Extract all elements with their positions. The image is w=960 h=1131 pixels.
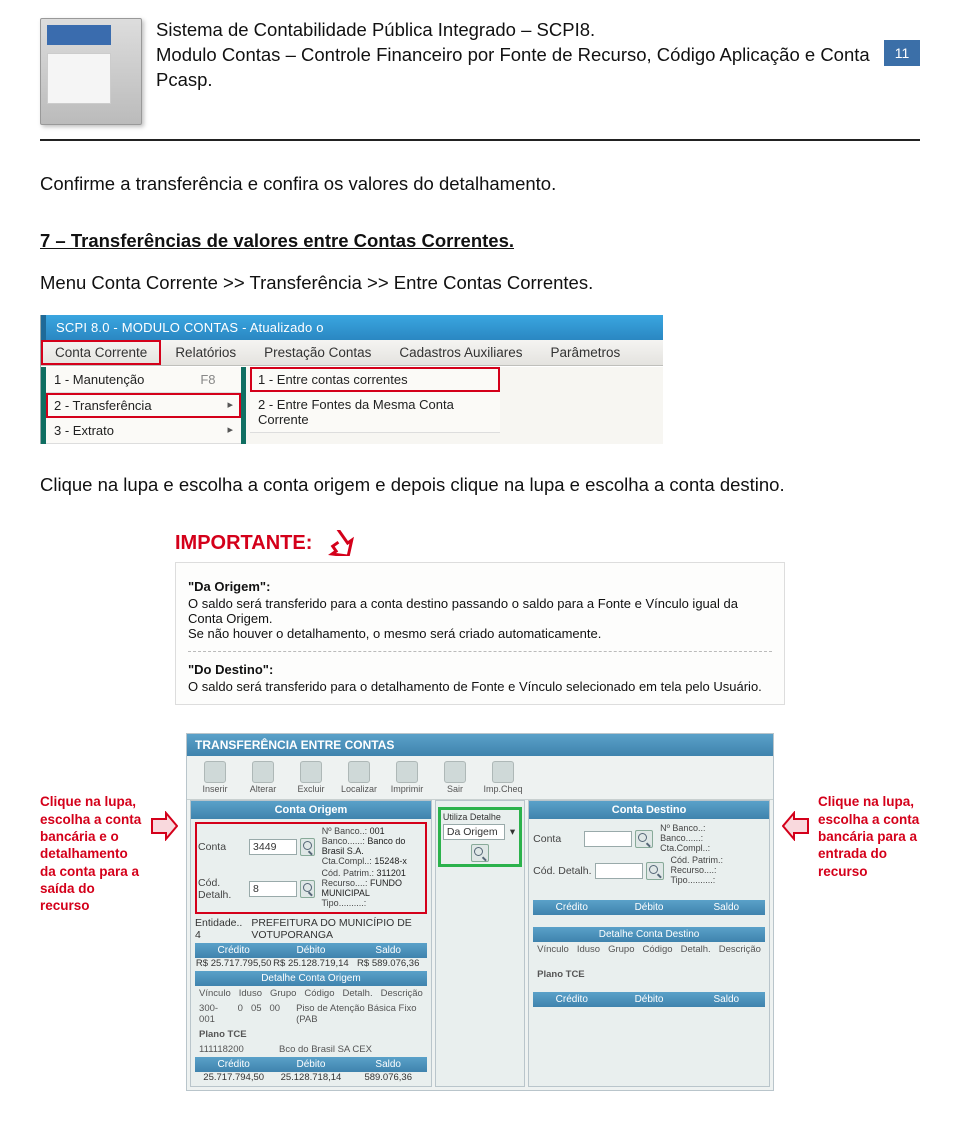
btn-localizar[interactable]: Localizar xyxy=(337,761,381,794)
imp-t1: O saldo será transferido para a conta de… xyxy=(188,596,738,626)
arrow-left-icon xyxy=(782,733,810,846)
window-title: SCPI 8.0 - MODULO CONTAS - Atualizado o xyxy=(41,315,663,340)
lupa-conta-origem-icon[interactable] xyxy=(300,838,315,856)
menu-prestacao[interactable]: Prestação Contas xyxy=(250,340,385,365)
select-utiliza-detalhe[interactable]: Da Origem xyxy=(443,824,505,840)
callout-right: Clique na lupa, escolha a conta bancária… xyxy=(818,733,920,879)
header-subtitle: Modulo Contas – Controle Financeiro por … xyxy=(156,43,870,93)
menu-bar: Conta Corrente Relatórios Prestação Cont… xyxy=(41,340,663,366)
lupa-conta-destino-icon[interactable] xyxy=(635,830,653,848)
menu-parametros[interactable]: Parâmetros xyxy=(536,340,634,365)
page-number: 11 xyxy=(884,40,920,66)
input-cod-detalh-origem[interactable]: 8 xyxy=(249,881,297,897)
callout-left: Clique na lupa, escolha a conta bancária… xyxy=(40,733,142,914)
imp-t2: O saldo será transferido para o detalham… xyxy=(188,679,762,694)
submenu-entre-contas[interactable]: 1 - Entre contas correntes xyxy=(250,367,500,392)
menu-manutencao[interactable]: 1 - ManutençãoF8 xyxy=(46,367,241,393)
book-icon xyxy=(40,18,142,125)
section-heading: 7 – Transferências de valores entre Cont… xyxy=(40,230,920,252)
page-header: Sistema de Contabilidade Pública Integra… xyxy=(40,18,920,125)
btn-imprimir[interactable]: Imprimir xyxy=(385,761,429,794)
toolbar: Inserir Alterar Excluir Localizar Imprim… xyxy=(187,756,773,800)
arrow-right-icon xyxy=(150,733,178,846)
imp-t1b: Se não houver o detalhamento, o mesmo se… xyxy=(188,626,601,641)
btn-excluir[interactable]: Excluir xyxy=(289,761,333,794)
paragraph-confirm: Confirme a transferência e confira os va… xyxy=(40,171,920,198)
menu-extrato[interactable]: 3 - Extrato xyxy=(46,418,241,444)
header-title: Sistema de Contabilidade Pública Integra… xyxy=(156,18,870,43)
menu-cadastros[interactable]: Cadastros Auxiliares xyxy=(385,340,536,365)
input-cod-detalh-destino[interactable] xyxy=(595,863,643,879)
menu-transferencia[interactable]: 2 - Transferência xyxy=(46,393,241,418)
panel-utiliza-detalhe: Utiliza Detalhe Da Origem▾ xyxy=(435,800,525,1086)
screenshot-menu: SCPI 8.0 - MODULO CONTAS - Atualizado o … xyxy=(40,315,663,444)
lupa-detalh-destino-icon[interactable] xyxy=(646,862,664,880)
btn-imp-cheq[interactable]: Imp.Cheq xyxy=(481,761,525,794)
paragraph-menu-path: Menu Conta Corrente >> Transferência >> … xyxy=(40,270,920,297)
btn-inserir[interactable]: Inserir xyxy=(193,761,237,794)
arrow-down-icon xyxy=(322,530,356,556)
submenu-transferencia: 1 - Entre contas correntes 2 - Entre Fon… xyxy=(250,367,500,444)
menu-relatorios[interactable]: Relatórios xyxy=(161,340,250,365)
submenu-entre-fontes[interactable]: 2 - Entre Fontes da Mesma Conta Corrente xyxy=(250,392,500,433)
paragraph-lupa: Clique na lupa e escolha a conta origem … xyxy=(40,472,920,499)
screenshot-transferencia: TRANSFERÊNCIA ENTRE CONTAS Inserir Alter… xyxy=(186,733,774,1090)
btn-alterar[interactable]: Alterar xyxy=(241,761,285,794)
imp-h1: "Da Origem": xyxy=(188,579,772,594)
importante-title: IMPORTANTE: xyxy=(175,532,312,555)
panel-conta-origem: Conta Origem Conta3449 Nº Banco..: 001 B… xyxy=(190,800,432,1086)
lupa-detalh-origem-icon[interactable] xyxy=(300,880,314,898)
imp-h2: "Do Destino": xyxy=(188,662,772,677)
menu-conta-corrente[interactable]: Conta Corrente xyxy=(41,340,161,365)
input-conta-destino[interactable] xyxy=(584,831,632,847)
dropdown-conta-corrente: 1 - ManutençãoF8 2 - Transferência 3 - E… xyxy=(46,367,241,444)
chevron-down-icon[interactable]: ▾ xyxy=(508,826,517,838)
lupa-middle-icon[interactable] xyxy=(471,844,489,862)
panel-conta-destino: Conta Destino Conta Nº Banco..: Banco...… xyxy=(528,800,770,1086)
input-conta-origem[interactable]: 3449 xyxy=(249,839,297,855)
importante-box: IMPORTANTE: "Da Origem": O saldo será tr… xyxy=(175,530,785,705)
window-title-2: TRANSFERÊNCIA ENTRE CONTAS xyxy=(187,734,773,756)
divider xyxy=(40,139,920,141)
btn-sair[interactable]: Sair xyxy=(433,761,477,794)
